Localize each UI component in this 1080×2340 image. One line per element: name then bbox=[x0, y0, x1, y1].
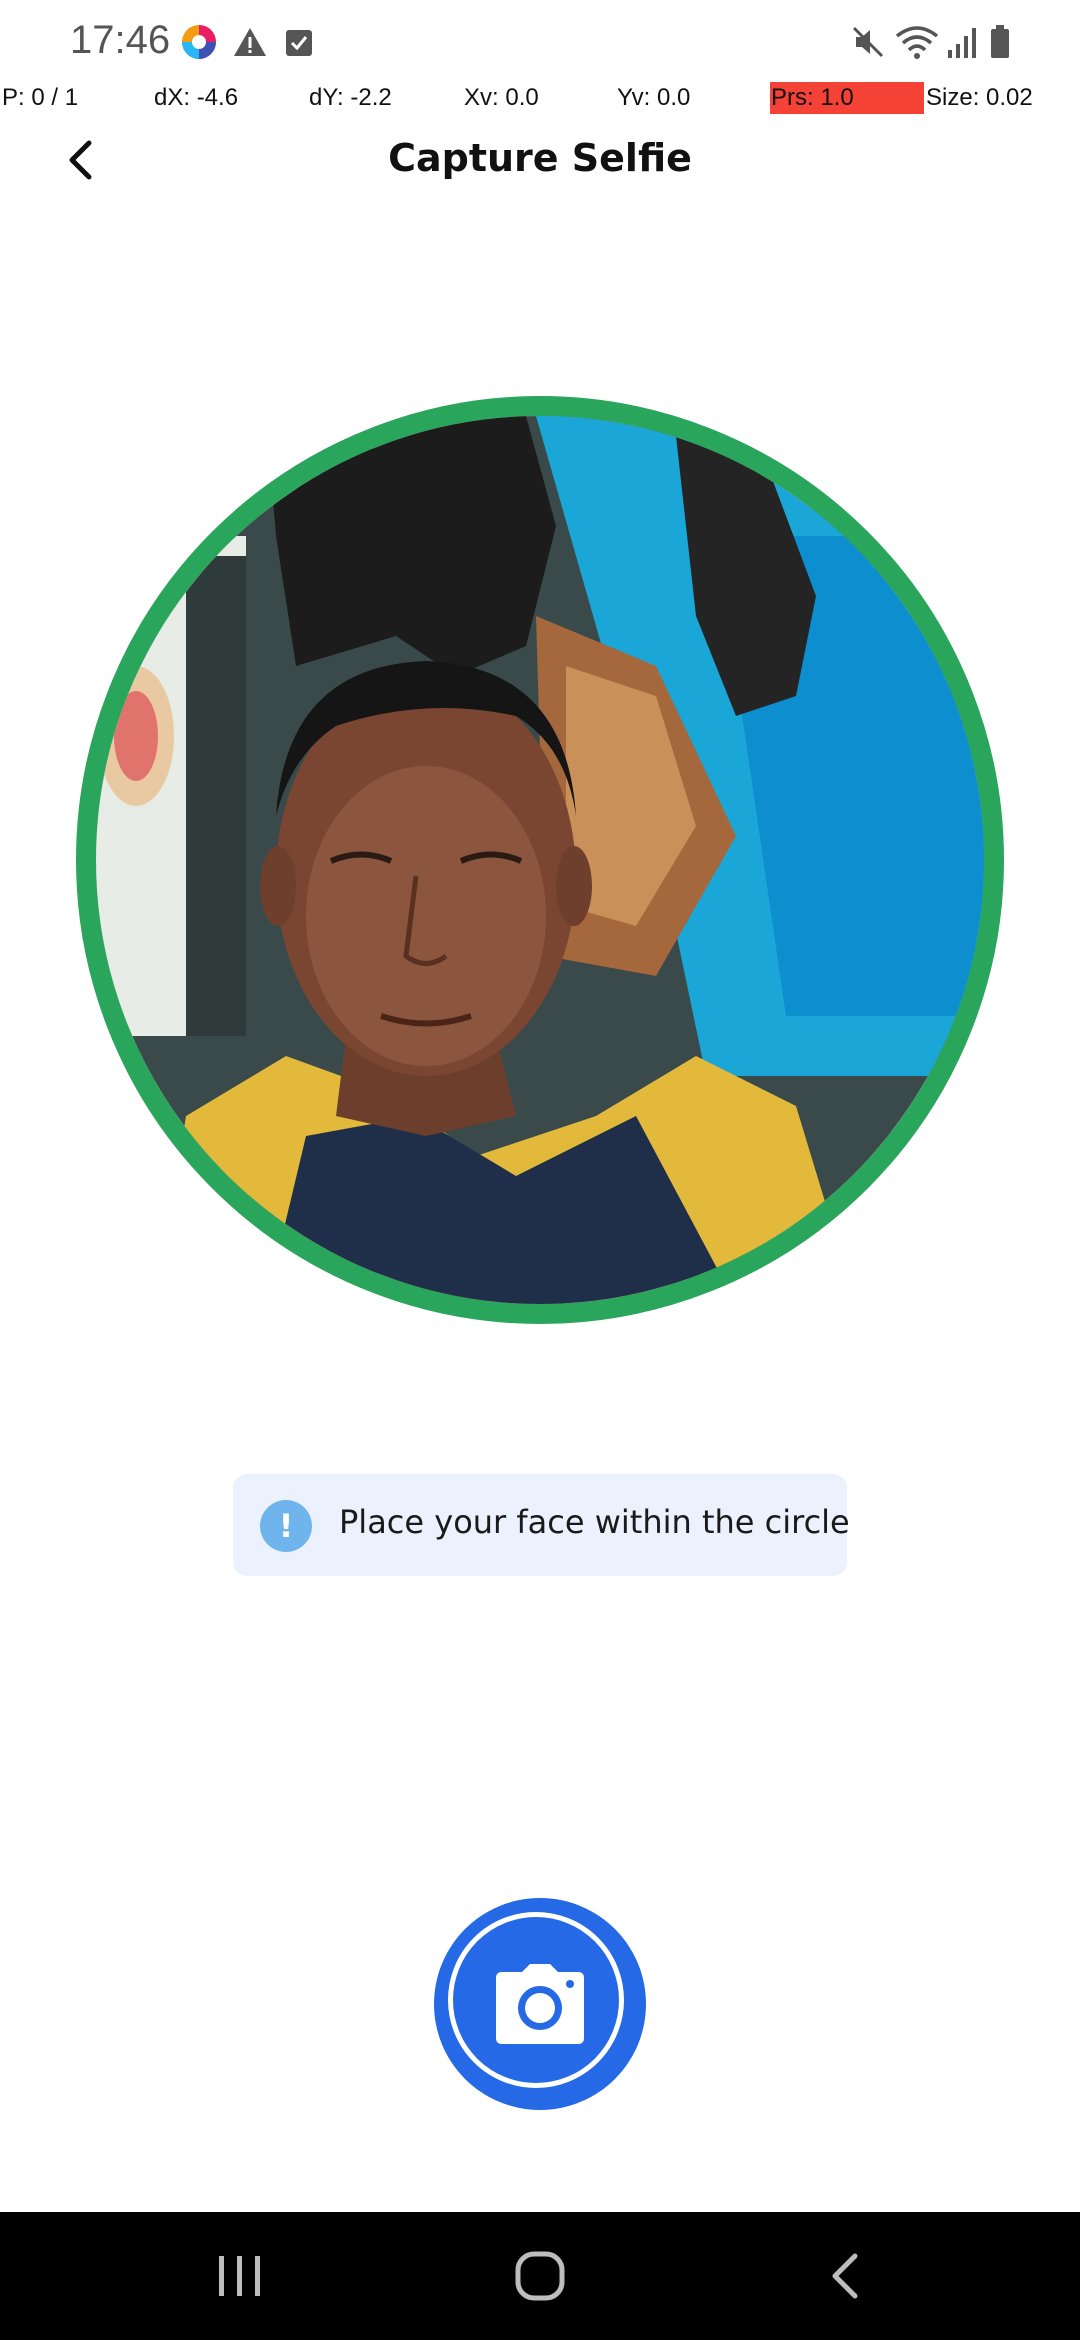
camera-preview bbox=[76, 396, 1004, 1324]
velocity-x: Xv: 0.0 bbox=[464, 84, 539, 111]
velocity-y: Yv: 0.0 bbox=[617, 84, 691, 111]
page-title: Capture Selfie bbox=[388, 136, 692, 180]
face-position-hint: ! Place your face within the circle bbox=[233, 1474, 850, 1576]
home-icon bbox=[515, 2251, 565, 2301]
capture-button[interactable] bbox=[434, 1898, 646, 2110]
app-logo-icon bbox=[182, 25, 216, 59]
delta-x: dX: -4.6 bbox=[154, 84, 239, 111]
selfie-camera-feed bbox=[96, 416, 984, 1304]
warning-icon bbox=[234, 28, 266, 56]
battery-icon bbox=[991, 25, 1009, 58]
camera-icon bbox=[496, 1964, 584, 2044]
signal-icon bbox=[948, 28, 976, 58]
wifi-icon bbox=[895, 26, 939, 59]
mute-icon bbox=[852, 26, 884, 58]
touch-size: Size: 0.02 bbox=[926, 84, 1033, 111]
recents-button[interactable] bbox=[160, 2212, 320, 2340]
system-nav-bar bbox=[0, 2212, 1080, 2340]
pointer-count: P: 0 / 1 bbox=[2, 84, 79, 111]
pressure: Prs: 1.0 bbox=[771, 84, 854, 111]
pointer-debug-bar: P: 0 / 1 dX: -4.6 dY: -2.2 Xv: 0.0 Yv: 0… bbox=[0, 82, 1080, 118]
nav-back-button[interactable] bbox=[764, 2212, 924, 2340]
status-time: 17:46 bbox=[70, 18, 171, 62]
status-bar: 17:46 bbox=[0, 0, 1080, 84]
nav-back-icon bbox=[832, 2253, 858, 2299]
home-button[interactable] bbox=[460, 2212, 620, 2340]
recents-icon bbox=[219, 2256, 260, 2296]
checkbox-icon bbox=[286, 30, 312, 56]
info-icon: ! bbox=[260, 1500, 312, 1552]
delta-y: dY: -2.2 bbox=[309, 84, 392, 111]
hint-text: Place your face within the circle bbox=[339, 1503, 850, 1541]
